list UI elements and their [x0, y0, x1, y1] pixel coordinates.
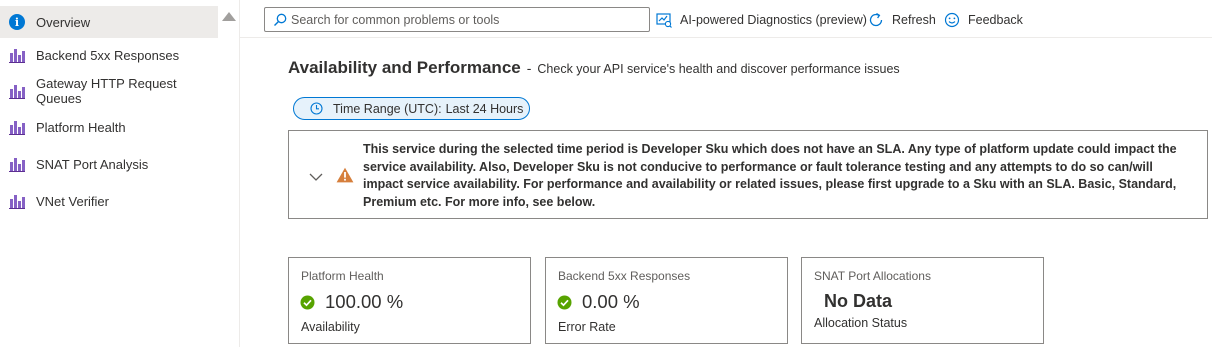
sla-warning-panel: This service during the selected time pe… — [288, 130, 1208, 219]
sidebar-item-overview[interactable]: i Overview — [0, 6, 218, 38]
time-range-label: Time Range (UTC): — [333, 101, 442, 116]
sla-warning-text: This service during the selected time pe… — [363, 142, 1177, 209]
chevron-down-icon[interactable] — [309, 173, 323, 182]
sidebar-item-label: VNet Verifier — [36, 193, 109, 209]
scroll-up-arrow-icon[interactable] — [222, 12, 236, 21]
sidebar-item-label: SNAT Port Analysis — [36, 156, 149, 172]
chart-icon — [9, 156, 25, 172]
card-footer: Availability — [301, 320, 360, 334]
feedback-button[interactable]: Feedback — [944, 9, 1023, 31]
search-box[interactable] — [264, 7, 650, 32]
page-subtitle: Check your API service's health and disc… — [537, 62, 900, 76]
ai-diagnostics-label: AI-powered Diagnostics (preview) — [680, 13, 867, 27]
chart-icon — [9, 193, 25, 209]
toolbar: AI-powered Diagnostics (preview) Refresh… — [240, 0, 1212, 38]
smiley-icon — [944, 12, 960, 28]
ai-diagnostics-icon — [656, 13, 672, 28]
warning-icon — [336, 167, 354, 183]
sidebar-item-snat-port-analysis[interactable]: SNAT Port Analysis — [0, 148, 218, 180]
card-header: Platform Health — [301, 269, 384, 283]
sidebar-item-backend-5xx-responses[interactable]: Backend 5xx Responses — [0, 39, 218, 71]
clock-icon — [310, 102, 323, 115]
page-header: Availability and Performance - Check you… — [288, 58, 900, 78]
backend-5xx-card[interactable]: Backend 5xx Responses 0.00 % Error Rate — [545, 257, 788, 344]
card-value: 0.00 % — [557, 291, 640, 313]
chart-icon — [9, 83, 25, 99]
card-header: Backend 5xx Responses — [558, 269, 691, 283]
info-icon: i — [9, 14, 25, 30]
sidebar-item-label: Backend 5xx Responses — [36, 47, 180, 63]
chart-icon — [9, 47, 25, 63]
feedback-label: Feedback — [968, 13, 1023, 27]
search-icon — [273, 13, 287, 27]
card-footer: Error Rate — [558, 320, 616, 334]
title-separator: - — [526, 60, 532, 76]
sidebar-item-platform-health[interactable]: Platform Health — [0, 111, 218, 143]
page-title: Availability and Performance — [288, 58, 521, 77]
snat-port-allocations-card[interactable]: SNAT Port Allocations No Data Allocation… — [801, 257, 1044, 344]
sidebar-item-vnet-verifier[interactable]: VNet Verifier — [0, 185, 218, 217]
time-range-button[interactable]: Time Range (UTC): Last 24 Hours — [293, 97, 530, 120]
card-header: SNAT Port Allocations — [814, 269, 931, 283]
sidebar-scrollbar[interactable] — [220, 6, 238, 341]
platform-health-card[interactable]: Platform Health 100.00 % Availability — [288, 257, 531, 344]
success-check-icon — [557, 295, 572, 309]
sidebar-item-label: Platform Health — [36, 119, 126, 135]
refresh-button[interactable]: Refresh — [868, 9, 936, 31]
sidebar-item-gateway-http-request-queues[interactable]: Gateway HTTP Request Queues — [0, 75, 218, 107]
card-footer: Allocation Status — [814, 316, 908, 330]
sidebar-item-label: Gateway HTTP Request Queues — [36, 76, 177, 106]
time-range-value: Last 24 Hours — [445, 101, 524, 116]
card-value: 100.00 % — [300, 291, 403, 313]
ai-diagnostics-button[interactable]: AI-powered Diagnostics (preview) — [656, 9, 867, 31]
success-check-icon — [300, 295, 315, 309]
card-value-text: 100.00 % — [325, 291, 404, 312]
chart-icon — [9, 119, 25, 135]
sidebar-item-label: Overview — [36, 14, 91, 30]
sidebar: i Overview Backend 5xx Responses Gateway… — [0, 0, 240, 347]
refresh-label: Refresh — [892, 13, 936, 27]
refresh-icon — [869, 12, 883, 27]
search-input[interactable] — [291, 12, 631, 27]
card-value-text: No Data — [824, 291, 893, 311]
card-value-text: 0.00 % — [582, 291, 640, 312]
